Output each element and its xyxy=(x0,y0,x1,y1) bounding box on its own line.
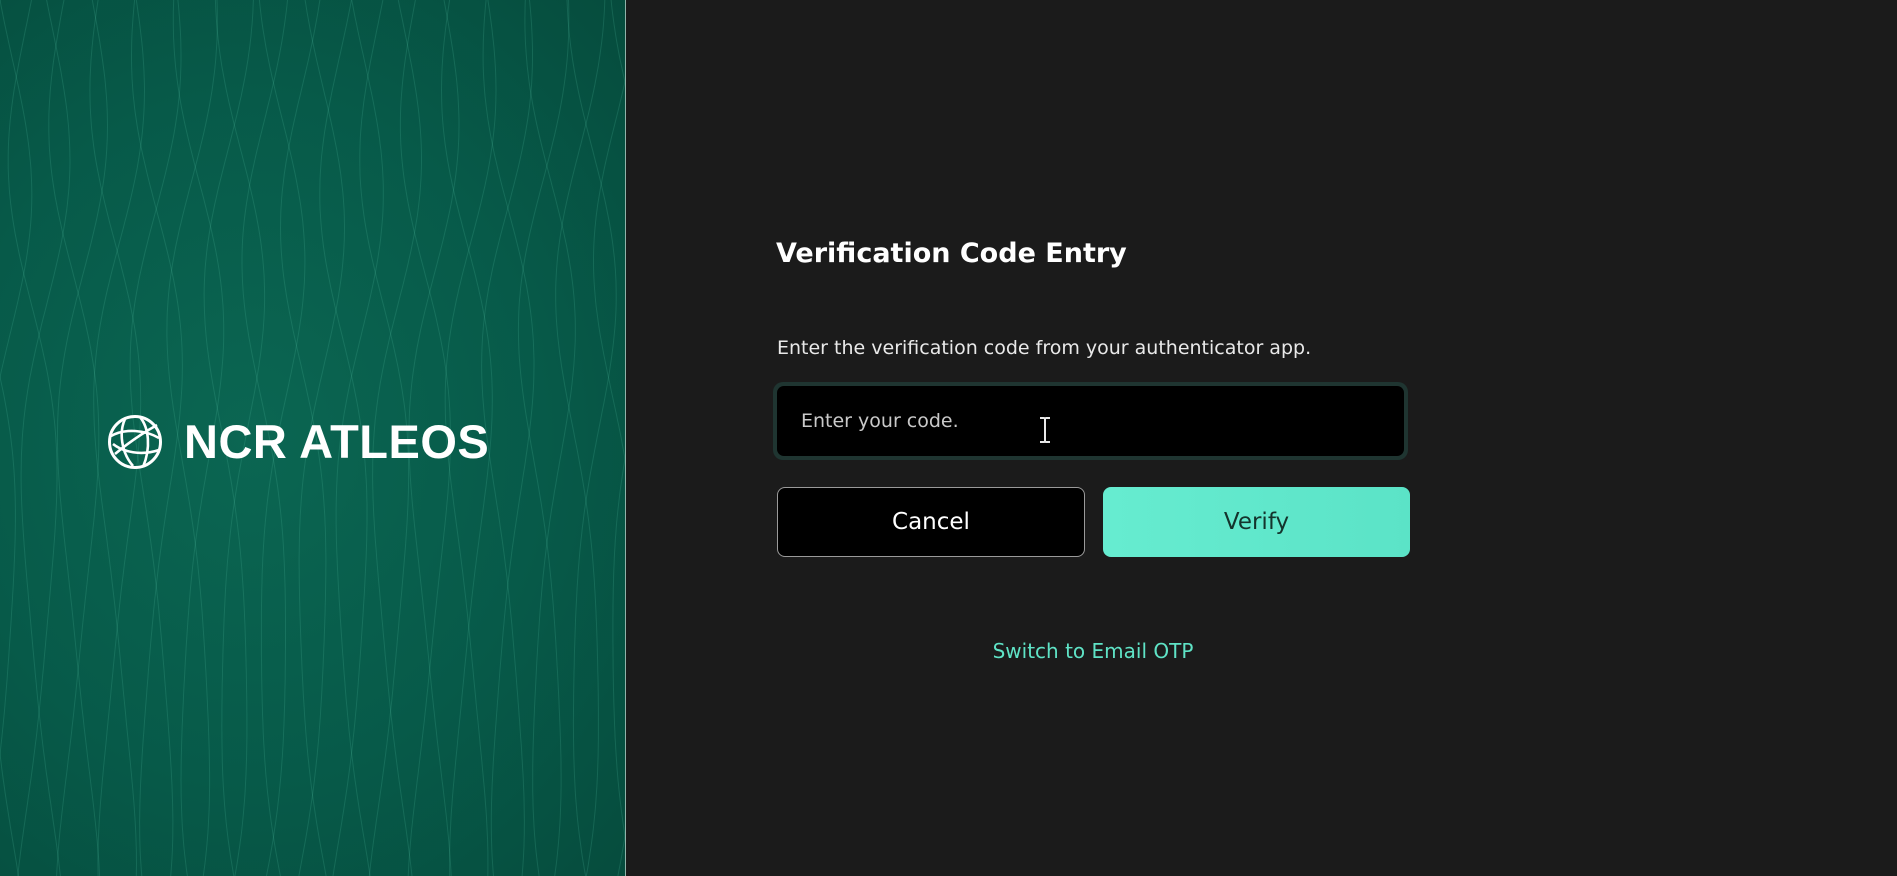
verification-panel: Verification Code Entry Enter the verifi… xyxy=(626,0,1897,876)
brand-panel: NCR ATLEOS xyxy=(0,0,626,876)
verification-code-input[interactable] xyxy=(777,386,1404,456)
company-logo: NCR ATLEOS xyxy=(107,414,489,470)
page-title: Verification Code Entry xyxy=(776,238,1127,269)
globe-icon xyxy=(108,415,162,469)
code-input-focus-ring xyxy=(773,382,1408,460)
switch-to-email-otp-link[interactable]: Switch to Email OTP xyxy=(949,638,1237,664)
text-cursor-icon xyxy=(1040,417,1050,443)
verify-button[interactable]: Verify xyxy=(1103,487,1410,557)
logo-text: NCR ATLEOS xyxy=(184,415,490,468)
instructions-text: Enter the verification code from your au… xyxy=(777,337,1312,359)
cancel-button[interactable]: Cancel xyxy=(777,487,1085,557)
